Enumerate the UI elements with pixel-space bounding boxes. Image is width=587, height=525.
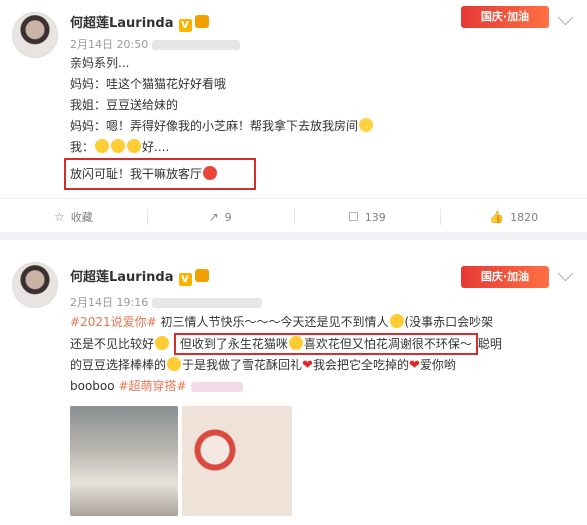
thumbs-up-icon: 👍 bbox=[489, 210, 505, 224]
action-bar: ☆ 收藏 ↗ 9 ☐ 139 👍 1820 bbox=[0, 198, 587, 235]
star-icon: ☆ bbox=[53, 210, 65, 224]
smile-emoji-icon bbox=[167, 357, 182, 371]
hashtag-link[interactable]: #2021说爱你# bbox=[70, 315, 157, 329]
username[interactable]: 何超莲Laurinda V bbox=[70, 12, 209, 32]
post-line: 妈妈：嗯！弄得好像我的小芝麻！帮我拿下去放我房间 bbox=[70, 116, 570, 137]
vip-crown-icon bbox=[194, 15, 209, 28]
username[interactable]: 何超莲Laurinda V bbox=[70, 266, 209, 286]
username-text[interactable]: 何超莲Laurinda bbox=[70, 16, 174, 31]
post-line: 还是不见比较好 但收到了永生花猫咪 喜欢花但又怕花凋谢很不环保～ 聪明 bbox=[70, 333, 582, 355]
dizzy-emoji-icon bbox=[95, 139, 110, 153]
weibo-post-2: 何超莲Laurinda V 2月14日 19:16 国庆·加油 #2021说爱你#… bbox=[0, 240, 587, 525]
favorite-label: 收藏 bbox=[70, 211, 93, 224]
post-line: 我姐：豆豆送给妹的 bbox=[70, 98, 179, 112]
post-text: 初三情人节快乐～～～今天还是见不到情人 bbox=[160, 315, 389, 329]
highlight-box: 放闪可耻！我干嘛放客厅 bbox=[64, 158, 257, 190]
post-text: (没事赤口会吵架 bbox=[404, 315, 494, 329]
chevron-down-icon[interactable] bbox=[557, 9, 574, 26]
username-text[interactable]: 何超莲Laurinda bbox=[70, 270, 174, 285]
grin-emoji-icon bbox=[359, 118, 374, 132]
post-line: 的豆豆选择棒棒的 于是我做了雪花酥回礼❤我会把它全吃掉的❤爱你哟 bbox=[70, 355, 582, 376]
post-text: 我会把它全吃掉的 bbox=[312, 358, 409, 372]
angry-emoji-icon bbox=[203, 166, 218, 180]
post-text: 于是我做了雪花酥回礼 bbox=[182, 358, 303, 372]
post-line: 亲妈系列... bbox=[70, 56, 130, 70]
like-button[interactable]: 👍 1820 bbox=[440, 199, 587, 235]
post-line-text: 妈妈：嗯！弄得好像我的小芝麻！帮我拿下去放我房间 bbox=[70, 119, 359, 133]
post-line-text: 好.... bbox=[142, 140, 170, 154]
post-line: #2021说爱你# 初三情人节快乐～～～今天还是见不到情人 (没事赤口会吵架 bbox=[70, 312, 582, 333]
post-time-text[interactable]: 2月14日 19:16 bbox=[70, 296, 148, 309]
share-count: 9 bbox=[224, 210, 232, 224]
crying-emoji-icon bbox=[389, 314, 404, 328]
post-body: 亲妈系列... 妈妈：哇这个猫猫花好好看哦 我姐：豆豆送给妹的 妈妈：嗯！弄得好… bbox=[64, 53, 570, 190]
avatar[interactable] bbox=[12, 12, 58, 58]
thinking-emoji-icon bbox=[155, 336, 170, 350]
post-line: 妈妈：哇这个猫猫花好好看哦 bbox=[70, 77, 227, 91]
post-text: 但收到了永生花猫咪 bbox=[179, 337, 288, 351]
post-body: #2021说爱你# 初三情人节快乐～～～今天还是见不到情人 (没事赤口会吵架 还是… bbox=[70, 312, 582, 397]
blurred-source bbox=[152, 40, 241, 50]
dizzy-emoji-icon bbox=[127, 139, 142, 153]
post-time: 2月14日 20:50 bbox=[70, 36, 241, 52]
promo-banner[interactable]: 国庆·加油 bbox=[461, 6, 549, 28]
post-text: 还是不见比较好 bbox=[70, 337, 155, 351]
post-text: 的豆豆选择棒棒的 bbox=[70, 358, 167, 372]
vip-crown-icon bbox=[194, 269, 209, 282]
post-line: 我： 好.... bbox=[70, 137, 570, 158]
highlight-box: 但收到了永生花猫咪 喜欢花但又怕花凋谢很不环保～ bbox=[173, 333, 478, 355]
photo-person-with-cat[interactable] bbox=[70, 406, 178, 516]
verified-badge-icon: V bbox=[178, 19, 192, 32]
post-text: 聪明 bbox=[477, 337, 502, 351]
post-line-text: 我： bbox=[70, 140, 95, 154]
favorite-button[interactable]: ☆ 收藏 bbox=[0, 199, 147, 235]
comment-count: 139 bbox=[364, 210, 386, 224]
heart-icon: ❤ bbox=[408, 358, 420, 373]
heart-icon: ❤ bbox=[302, 358, 313, 373]
chevron-down-icon[interactable] bbox=[557, 265, 574, 282]
photo-nougat-candy[interactable] bbox=[182, 406, 292, 516]
blurred-source bbox=[152, 298, 263, 308]
post-time-text[interactable]: 2月14日 20:50 bbox=[70, 38, 148, 51]
share-icon: ↗ bbox=[208, 210, 219, 224]
like-count: 1820 bbox=[510, 210, 539, 224]
dizzy-emoji-icon bbox=[111, 139, 126, 153]
post-line-text: 放闪可耻！我干嘛放客厅 bbox=[70, 167, 203, 181]
heart-eyes-emoji-icon bbox=[288, 336, 303, 350]
post-text: booboo bbox=[70, 379, 115, 393]
post-time: 2月14日 19:16 bbox=[70, 294, 263, 310]
comment-icon: ☐ bbox=[347, 210, 359, 224]
share-button[interactable]: ↗ 9 bbox=[146, 199, 294, 235]
verified-badge-icon: V bbox=[178, 273, 192, 286]
avatar[interactable] bbox=[12, 262, 58, 308]
hashtag-link[interactable]: #超萌穿搭# bbox=[118, 379, 186, 393]
weibo-post-1: 何超莲Laurinda V 2月14日 20:50 国庆·加油 亲妈系列... 妈… bbox=[0, 0, 587, 232]
comment-button[interactable]: ☐ 139 bbox=[293, 199, 441, 235]
post-line: booboo #超萌穿搭# bbox=[70, 376, 582, 397]
post-text: 喜欢花但又怕花凋谢很不环保～ bbox=[303, 337, 472, 351]
post-text: 爱你哟 bbox=[419, 358, 456, 372]
promo-banner[interactable]: 国庆·加油 bbox=[461, 266, 549, 288]
blurred-tag bbox=[190, 381, 243, 392]
